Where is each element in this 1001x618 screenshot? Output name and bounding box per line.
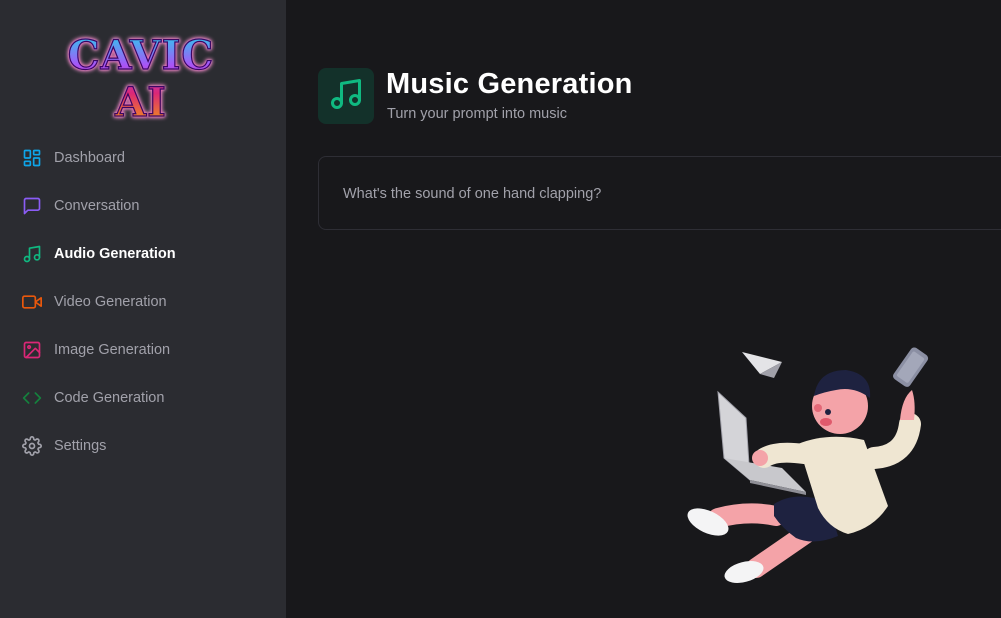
sidebar-item-label: Audio Generation (54, 246, 176, 262)
sidebar-item-label: Conversation (54, 198, 140, 214)
sidebar-item-settings[interactable]: Settings (0, 422, 286, 470)
paper-plane-icon (742, 352, 782, 378)
prompt-form (318, 156, 1001, 230)
phone-icon (893, 347, 929, 387)
sidebar: CAVIC AI Dashboard Conversation Audio Ge… (0, 0, 286, 618)
page-subtitle: Turn your prompt into music (387, 106, 567, 122)
sidebar-item-label: Video Generation (54, 294, 167, 310)
music-icon (22, 244, 42, 264)
sidebar-item-label: Code Generation (54, 390, 165, 406)
prompt-input[interactable] (343, 181, 943, 207)
header-icon-box (318, 68, 374, 124)
message-square-icon (22, 196, 42, 216)
main-content: Music Generation Turn your prompt into m… (286, 0, 1001, 618)
music-icon (328, 76, 364, 117)
sidebar-item-label: Image Generation (54, 342, 171, 358)
sidebar-item-audio-generation[interactable]: Audio Generation (0, 230, 286, 278)
page-title: Music Generation (386, 68, 633, 100)
sidebar-item-video-generation[interactable]: Video Generation (0, 278, 286, 326)
layout-grid-icon (22, 148, 42, 168)
sidebar-item-dashboard[interactable]: Dashboard (0, 134, 286, 182)
sidebar-item-code-generation[interactable]: Code Generation (0, 374, 286, 422)
sidebar-nav: Dashboard Conversation Audio Generation (0, 134, 286, 470)
gear-icon (22, 436, 42, 456)
image-icon (22, 340, 42, 360)
empty-state-illustration (678, 340, 958, 600)
sidebar-item-label: Dashboard (54, 150, 125, 166)
logo[interactable]: CAVIC AI (38, 28, 244, 126)
sidebar-item-conversation[interactable]: Conversation (0, 182, 286, 230)
sidebar-item-label: Settings (54, 438, 107, 454)
sidebar-item-image-generation[interactable]: Image Generation (0, 326, 286, 374)
video-icon (22, 292, 42, 312)
code-icon (22, 388, 42, 408)
logo-text: CAVIC AI (38, 31, 244, 126)
